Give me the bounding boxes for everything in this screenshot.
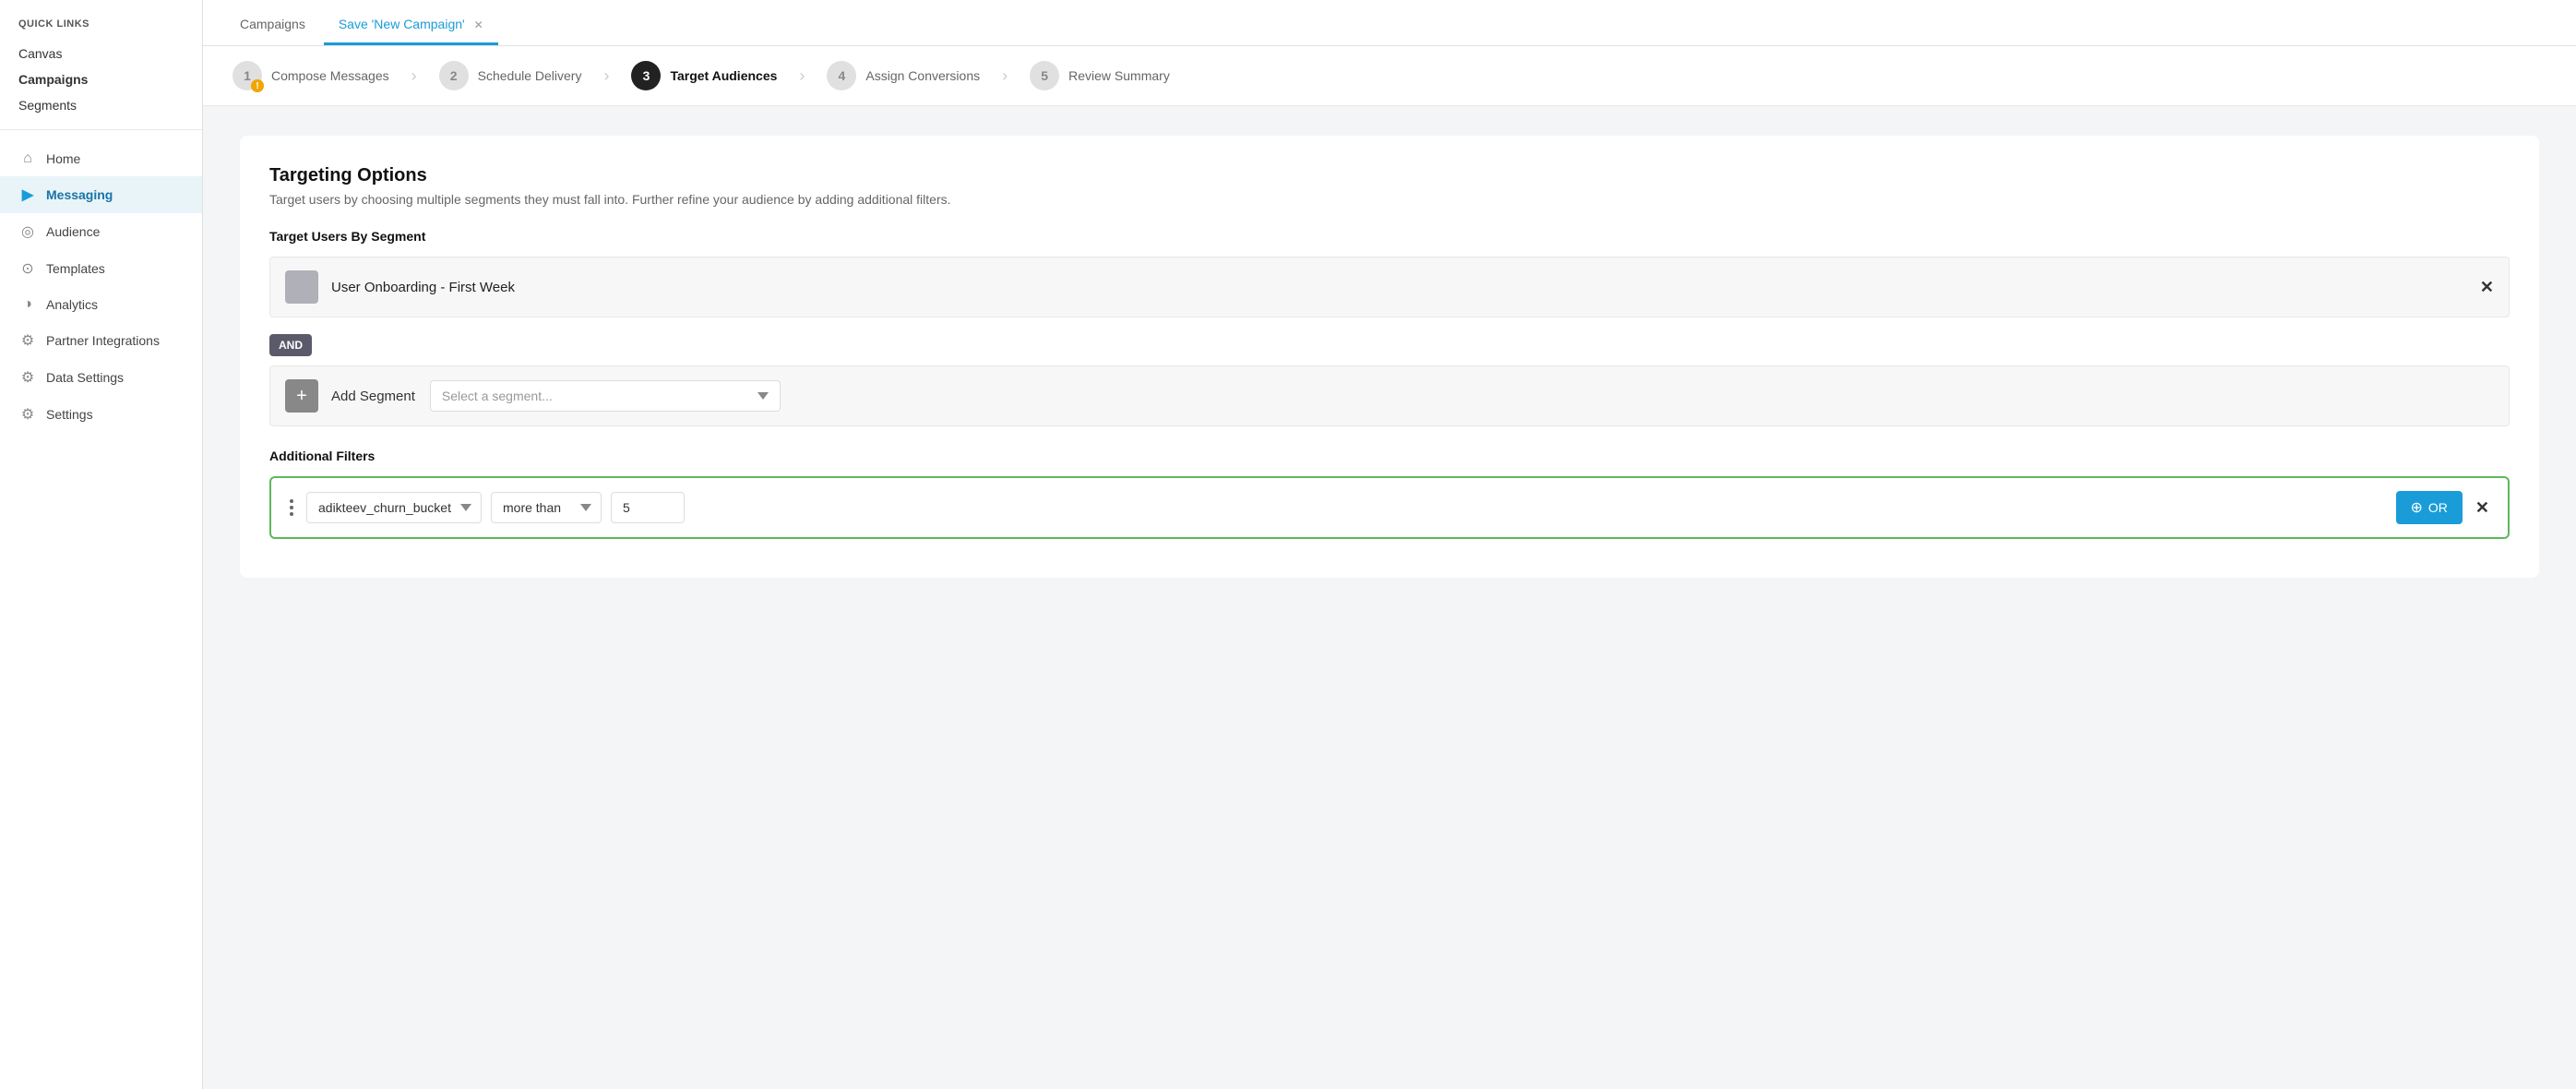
content-card: Targeting Options Target users by choosi…: [240, 136, 2539, 578]
step-label-compose: Compose Messages: [271, 68, 389, 83]
sidebar-item-data-settings[interactable]: ⚙ Data Settings: [0, 359, 202, 396]
sidebar-item-home[interactable]: ⌂ Home: [0, 141, 202, 176]
steps-bar: 1 Compose Messages › 2 Schedule Delivery…: [203, 46, 2576, 106]
step-target: 3 Target Audiences: [631, 61, 777, 90]
tab-close-button[interactable]: ✕: [474, 18, 483, 31]
step-circle-target: 3: [631, 61, 661, 90]
step-circle-review: 5: [1030, 61, 1059, 90]
and-badge: AND: [269, 325, 2510, 365]
templates-icon: ⊙: [18, 259, 37, 278]
step-circle-conversions: 4: [827, 61, 856, 90]
sidebar-link-canvas[interactable]: Canvas: [0, 41, 202, 66]
step-schedule: 2 Schedule Delivery: [439, 61, 582, 90]
segment-drag-handle[interactable]: [285, 270, 318, 304]
or-button-label: OR: [2428, 500, 2448, 515]
sidebar-item-label: Audience: [46, 224, 100, 239]
or-plus-icon: ⊕: [2411, 498, 2423, 517]
home-icon: ⌂: [18, 150, 37, 167]
segment-row-existing: User Onboarding - First Week ✕: [269, 257, 2510, 317]
filter-remove-button[interactable]: ✕: [2472, 498, 2493, 518]
main-area: Campaigns Save 'New Campaign' ✕ 1 Compos…: [203, 0, 2576, 1089]
sidebar-item-analytics[interactable]: ◑ Analytics: [0, 287, 202, 322]
step-circle-schedule: 2: [439, 61, 469, 90]
partner-icon: ⚙: [18, 331, 37, 350]
sidebar-item-label: Data Settings: [46, 370, 124, 385]
filters-section: Additional Filters adikteev_churn_bucket…: [269, 449, 2510, 539]
content-area: Targeting Options Target users by choosi…: [203, 106, 2576, 1089]
sidebar-item-label: Home: [46, 151, 80, 166]
sidebar-item-label: Templates: [46, 261, 105, 276]
step-separator-4: ›: [1002, 66, 1008, 86]
step-label-target: Target Audiences: [670, 68, 777, 83]
page-description: Target users by choosing multiple segmen…: [269, 192, 2510, 207]
tab-new-campaign[interactable]: Save 'New Campaign' ✕: [324, 4, 498, 45]
or-button[interactable]: ⊕ OR: [2396, 491, 2463, 524]
sidebar-divider: [0, 129, 202, 130]
add-segment-row: + Add Segment Select a segment...: [269, 365, 2510, 426]
analytics-icon: ◑: [18, 296, 37, 313]
filter-drag-handle[interactable]: [286, 496, 297, 520]
drag-dot: [290, 512, 293, 516]
drag-dot: [290, 506, 293, 509]
sidebar-item-messaging[interactable]: ▶ Messaging: [0, 176, 202, 213]
audience-icon: ◎: [18, 222, 37, 241]
add-segment-label: Add Segment: [331, 389, 415, 404]
add-segment-plus-button[interactable]: +: [285, 379, 318, 413]
step-separator-2: ›: [603, 66, 609, 86]
segment-name: User Onboarding - First Week: [331, 280, 2480, 295]
quick-links-label: QUICK LINKS: [0, 18, 202, 41]
sidebar-item-label: Partner Integrations: [46, 333, 160, 348]
sidebar: QUICK LINKS Canvas Campaigns Segments ⌂ …: [0, 0, 203, 1089]
step-circle-compose: 1: [233, 61, 262, 90]
filter-value-input[interactable]: [611, 492, 685, 523]
filter-row: adikteev_churn_bucket more than ⊕ OR ✕: [269, 476, 2510, 539]
tabs-bar: Campaigns Save 'New Campaign' ✕: [203, 0, 2576, 46]
sidebar-link-segments[interactable]: Segments: [0, 92, 202, 118]
filter-operator-select[interactable]: more than: [491, 492, 602, 523]
settings-icon: ⚙: [18, 405, 37, 424]
filter-attribute-select[interactable]: adikteev_churn_bucket: [306, 492, 482, 523]
segment-section-title: Target Users By Segment: [269, 229, 2510, 244]
sidebar-item-partner-integrations[interactable]: ⚙ Partner Integrations: [0, 322, 202, 359]
step-conversions: 4 Assign Conversions: [827, 61, 980, 90]
step-compose: 1 Compose Messages: [233, 61, 389, 90]
tab-campaigns[interactable]: Campaigns: [225, 4, 320, 45]
sidebar-item-settings[interactable]: ⚙ Settings: [0, 396, 202, 433]
sidebar-item-label: Messaging: [46, 187, 113, 202]
step-label-conversions: Assign Conversions: [865, 68, 980, 83]
drag-dot: [290, 499, 293, 503]
page-title: Targeting Options: [269, 165, 2510, 186]
step-label-review: Review Summary: [1068, 68, 1170, 83]
segment-remove-button[interactable]: ✕: [2480, 278, 2494, 297]
messaging-icon: ▶: [18, 185, 37, 204]
sidebar-item-label: Analytics: [46, 297, 98, 312]
step-separator-3: ›: [799, 66, 805, 86]
filters-section-title: Additional Filters: [269, 449, 2510, 463]
sidebar-item-label: Settings: [46, 407, 93, 422]
step-review: 5 Review Summary: [1030, 61, 1170, 90]
step-separator-1: ›: [411, 66, 417, 86]
step-label-schedule: Schedule Delivery: [478, 68, 582, 83]
sidebar-item-audience[interactable]: ◎ Audience: [0, 213, 202, 250]
data-settings-icon: ⚙: [18, 368, 37, 387]
segment-select-dropdown[interactable]: Select a segment...: [430, 380, 781, 412]
sidebar-link-campaigns[interactable]: Campaigns: [0, 66, 202, 92]
sidebar-item-templates[interactable]: ⊙ Templates: [0, 250, 202, 287]
